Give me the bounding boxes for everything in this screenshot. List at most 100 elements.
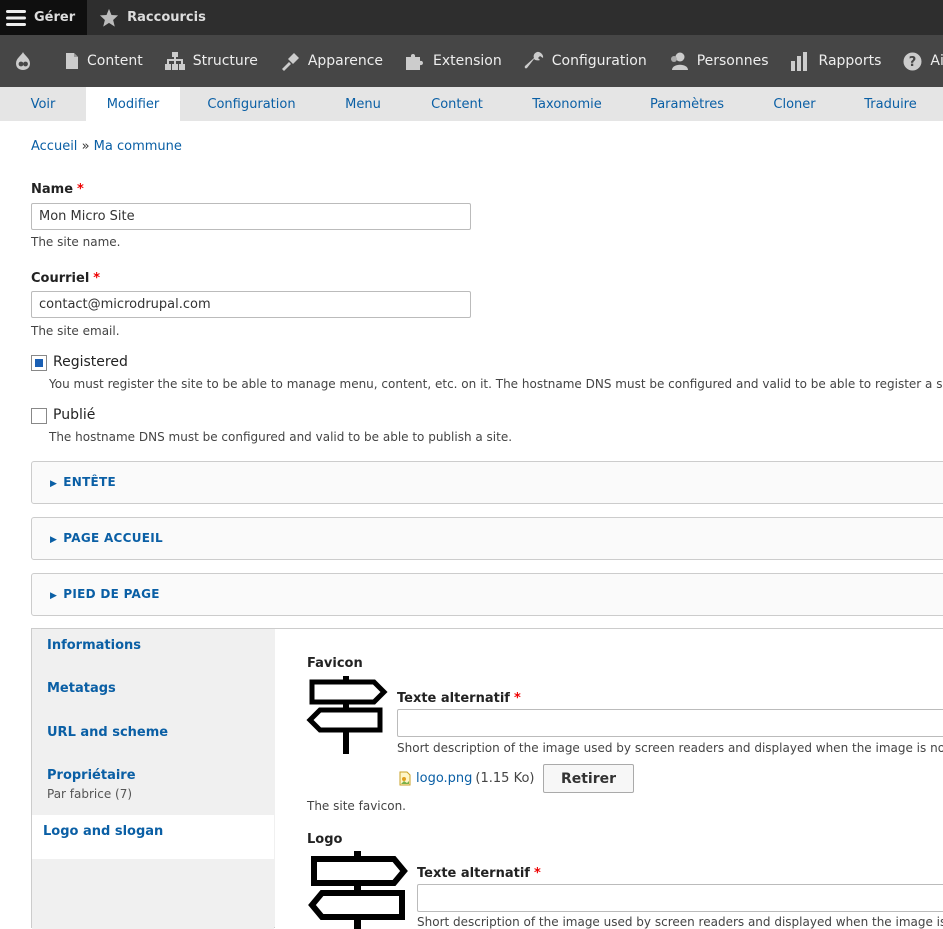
name-input[interactable]: Mon Micro Site [31, 203, 471, 230]
published-help: The hostname DNS must be configured and … [49, 430, 513, 444]
tab-voir[interactable]: Voir [0, 87, 86, 121]
vertical-tab-url-scheme[interactable]: URL and scheme [32, 725, 274, 740]
published-checkbox[interactable] [31, 408, 47, 424]
menu-extension-label: Extension [433, 53, 502, 69]
menu-people-label: Personnes [696, 53, 769, 69]
tab-content[interactable]: Content [403, 87, 511, 121]
email-help: The site email. [31, 324, 120, 338]
manage-label: Gérer [34, 10, 76, 25]
details-label: PAGE ACCUEIL [63, 531, 163, 545]
tab-modifier[interactable]: Modifier [86, 87, 180, 121]
menu-help-label: Aide [930, 53, 943, 69]
menu-reports-label: Rapports [818, 53, 882, 69]
menu-people[interactable]: Personnes [658, 35, 780, 87]
breadcrumb-home-link[interactable]: Accueil [31, 139, 77, 154]
tab-cloner[interactable]: Cloner [751, 87, 838, 121]
logo-alt-input[interactable] [417, 884, 943, 912]
shortcuts-tray-toggle[interactable]: Raccourcis [87, 0, 218, 35]
favicon-alt-input[interactable] [397, 709, 943, 737]
toolbar-top: Gérer Raccourcis [0, 0, 943, 35]
drupal-home-link[interactable] [0, 35, 54, 87]
email-input-value: contact@microdrupal.com [39, 297, 211, 312]
admin-menu-bar: Content Structure Apparence Extension Co… [0, 35, 943, 87]
menu-appearance[interactable]: Apparence [269, 35, 394, 87]
menu-reports[interactable]: Rapports [780, 35, 893, 87]
favicon-file-link[interactable]: logo.png [416, 771, 472, 786]
details-label: PIED DE PAGE [63, 587, 160, 601]
details-pied-de-page[interactable]: ▶ PIED DE PAGE [31, 573, 943, 616]
tab-configuration[interactable]: Configuration [180, 87, 323, 121]
vertical-tab-metatags[interactable]: Metatags [32, 681, 274, 696]
vertical-tab-proprietaire[interactable]: Propriétaire Par fabrice (7) [32, 768, 274, 801]
vertical-tab-label: Informations [47, 638, 142, 653]
vertical-tabs-menu: Informations Metatags URL and scheme Pro… [32, 629, 274, 929]
favicon-file: logo.png (1.15 Ko) [399, 771, 534, 786]
breadcrumb-current-link[interactable]: Ma commune [94, 139, 182, 154]
triangle-right-icon: ▶ [50, 479, 58, 489]
vertical-tab-informations[interactable]: Informations [32, 638, 274, 653]
logo-label: Logo [307, 832, 343, 847]
bar-chart-icon [790, 51, 807, 71]
menu-help[interactable]: ? Aide [892, 35, 943, 87]
email-input[interactable]: contact@microdrupal.com [31, 291, 471, 318]
structure-icon [164, 52, 185, 70]
name-label-text: Name [31, 182, 74, 197]
remove-button[interactable]: Retirer [543, 764, 634, 793]
vertical-tab-logo-slogan[interactable]: Logo and slogan [32, 815, 274, 859]
shortcuts-label: Raccourcis [127, 10, 206, 25]
tab-label: Configuration [207, 96, 296, 112]
tab-label: Modifier [106, 96, 160, 112]
favicon-help: The site favicon. [307, 799, 406, 813]
published-label[interactable]: Publié [53, 407, 95, 423]
menu-configuration[interactable]: Configuration [513, 35, 658, 87]
wrench-icon [524, 51, 543, 69]
file-icon [66, 53, 78, 69]
logo-alt-label: Texte alternatif * [417, 866, 541, 881]
manage-tray-toggle[interactable]: Gérer [0, 0, 88, 35]
breadcrumb-separator: » [81, 139, 90, 154]
menu-content-label: Content [87, 53, 143, 69]
menu-structure-label: Structure [192, 53, 258, 69]
details-summary[interactable]: ▶ PAGE ACCUEIL [50, 531, 163, 545]
help-icon: ? [903, 52, 922, 70]
vertical-tabs: Informations Metatags URL and scheme Pro… [31, 628, 943, 929]
favicon-alt-help: Short description of the image used by s… [397, 741, 943, 755]
signpost-icon [306, 676, 388, 754]
logo-slogan-pane: Favicon Texte alternatif * Short descript… [275, 629, 943, 929]
favicon-file-size: (1.15 Ko) [475, 771, 535, 786]
logo-alt-label-text: Texte alternatif [417, 866, 530, 881]
brush-icon [281, 53, 299, 71]
local-tasks: Voir Modifier Configuration Menu Content… [0, 87, 943, 121]
required-marker: * [77, 182, 84, 197]
required-marker: * [93, 271, 101, 286]
menu-extension[interactable]: Extension [394, 35, 513, 87]
details-page-accueil[interactable]: ▶ PAGE ACCUEIL [31, 517, 943, 560]
tab-label: Menu [345, 96, 381, 112]
registered-checkbox[interactable] [31, 355, 47, 371]
tab-menu[interactable]: Menu [323, 87, 403, 121]
menu-appearance-label: Apparence [307, 53, 384, 69]
tab-taxonomie[interactable]: Taxonomie [511, 87, 623, 121]
favicon-label: Favicon [307, 656, 363, 671]
tab-label: Cloner [773, 96, 816, 112]
menu-configuration-label: Configuration [551, 53, 647, 69]
required-marker: * [513, 691, 521, 706]
registered-help: You must register the site to be able to… [49, 377, 943, 391]
vertical-tab-summary: Par fabrice (7) [47, 787, 133, 801]
details-entete[interactable]: ▶ ENTÊTE [31, 461, 943, 504]
puzzle-icon [406, 53, 424, 70]
favicon-alt-label: Texte alternatif * [397, 691, 521, 706]
menu-structure[interactable]: Structure [154, 35, 269, 87]
tab-label: Paramètres [649, 96, 725, 112]
required-marker: * [533, 866, 541, 881]
details-summary[interactable]: ▶ ENTÊTE [50, 475, 116, 489]
vertical-tab-label: URL and scheme [47, 725, 169, 740]
tab-traduire[interactable]: Traduire [838, 87, 943, 121]
menu-content[interactable]: Content [54, 35, 154, 87]
name-input-value: Mon Micro Site [39, 209, 135, 224]
tab-label: Taxonomie [532, 96, 602, 112]
vertical-tab-label: Logo and slogan [43, 824, 164, 839]
details-summary[interactable]: ▶ PIED DE PAGE [50, 587, 160, 601]
registered-label[interactable]: Registered [53, 354, 128, 370]
tab-parametres[interactable]: Paramètres [623, 87, 751, 121]
